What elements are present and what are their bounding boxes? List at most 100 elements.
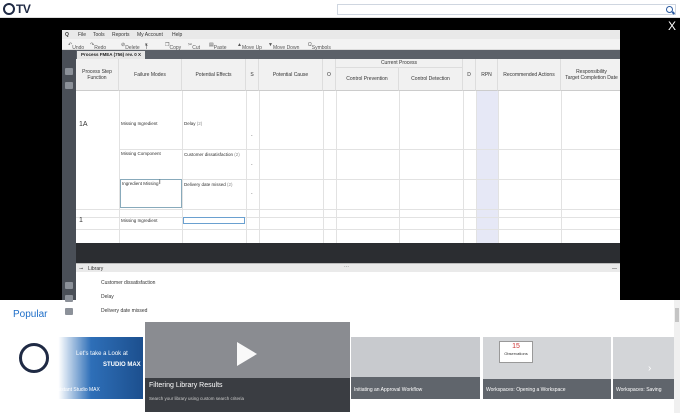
menu-file[interactable]: File (78, 32, 86, 38)
play-icon[interactable] (237, 342, 257, 366)
failure-mode-cell[interactable]: Missing Ingredient (121, 121, 158, 126)
col-detection[interactable]: D (463, 59, 476, 91)
grid-line (119, 149, 620, 150)
tab-close-icon[interactable]: X (138, 52, 141, 57)
video-card-subtitle: Search your library using custom search … (149, 396, 245, 401)
video-card-label: Workspaces: Saving (616, 387, 662, 393)
cut-button[interactable]: ✂ Cut (188, 42, 200, 51)
severity-cell[interactable]: - (251, 191, 253, 196)
process-step-id[interactable]: 1 (79, 217, 83, 224)
col-failure-modes[interactable]: Failure Modes (119, 59, 182, 91)
redo-button[interactable]: ↷ Redo (90, 42, 106, 51)
badge-number: 15 (512, 343, 520, 350)
text-cursor-icon: I (159, 180, 161, 186)
library-icon[interactable] (65, 308, 73, 315)
failure-mode-cell[interactable]: Missing Component (121, 151, 161, 156)
move-up-button[interactable]: ▲ Move Up (237, 42, 262, 51)
menu-tools[interactable]: Tools (93, 32, 105, 38)
video-card-label: Filtering Library Results (149, 382, 223, 389)
card-overlay-text: Let's take a Look at (76, 351, 128, 357)
col-current-process: Current Process (336, 59, 463, 68)
col-responsibility[interactable]: Responsibility Target Completion Date (561, 59, 620, 91)
failure-mode-cell[interactable]: Missing Ingredient (121, 218, 158, 223)
site-header: TV (0, 0, 680, 18)
grid-line (76, 229, 620, 230)
delete-button[interactable]: ⊘ Delete (121, 42, 140, 51)
video-card-label: Initiating an Approval Workflow (354, 387, 423, 393)
badge-text: Observations (504, 351, 528, 356)
fmea-grid: Process Step Function Failure Modes Pote… (76, 59, 620, 243)
page-scrollbar[interactable] (674, 300, 680, 413)
col-potential-effects[interactable]: Potential Effects (182, 59, 246, 91)
paste-button[interactable]: ▤ Paste (209, 42, 227, 51)
video-card-label: Welcome to QA Assistant Studio MAX (16, 387, 100, 393)
menu-bar: Q File Tools Reports My Account Help (62, 30, 620, 39)
book-icon[interactable] (65, 295, 73, 302)
effect-cell[interactable]: Delay (2) (184, 121, 202, 126)
col-control-detection[interactable]: Control Detection (399, 68, 463, 91)
search-input[interactable] (337, 4, 676, 15)
edit-icon[interactable] (65, 282, 73, 289)
card-brand-text: STUDIO MAX (103, 362, 141, 368)
carousel-next-icon[interactable]: › (648, 363, 651, 374)
document-icon[interactable] (65, 82, 73, 89)
video-card-label: Workspaces: Opening a Workspace (486, 387, 566, 393)
effect-cell[interactable]: Customer dissatisfaction (2) (184, 152, 240, 157)
severity-cell[interactable]: - (251, 133, 253, 138)
col-potential-cause[interactable]: Potential Cause (259, 59, 323, 91)
tab-process-fmea[interactable]: Process FMEA (756) rev. 0 X (77, 51, 146, 59)
menu-reports[interactable]: Reports (112, 32, 130, 38)
library-item[interactable]: Customer dissatisfaction (101, 280, 155, 286)
library-item[interactable]: Delay (101, 294, 114, 300)
symbols-button[interactable]: Ω Symbols (308, 42, 331, 51)
grid-line (476, 91, 477, 243)
grid-line (246, 91, 247, 243)
toolbar: ↶ Undo ↷ Redo ⊘ Delete T ▾ ❐ Copy ✂ Cut … (62, 39, 620, 51)
effect-cell[interactable]: Delivery date missed (2) (184, 182, 233, 187)
text-button[interactable]: T ▾ (145, 42, 148, 51)
library-item[interactable]: Delivery date missed (101, 308, 147, 314)
observations-badge: 15 Observations (499, 341, 533, 363)
menu-help[interactable]: Help (172, 32, 182, 38)
col-occurrence[interactable]: O (323, 59, 336, 91)
grid-line (498, 91, 499, 243)
grid-line (399, 91, 400, 243)
grid-line (463, 91, 464, 243)
scrollbar-thumb[interactable] (675, 308, 679, 322)
col-control-prevention[interactable]: Control Prevention (336, 68, 399, 91)
app-window: Q File Tools Reports My Account Help ↶ U… (62, 30, 620, 330)
tab-strip: Process FMEA (756) rev. 0 X (76, 50, 620, 59)
popular-heading: Popular (13, 309, 48, 320)
copy-button[interactable]: ❐ Copy (165, 42, 181, 51)
menu-my-account[interactable]: My Account (137, 32, 163, 38)
grid-line (336, 91, 337, 243)
move-down-button[interactable]: ▼ Move Down (268, 42, 299, 51)
site-logo[interactable]: TV (3, 2, 31, 16)
severity-cell[interactable]: - (251, 162, 253, 167)
card-screenshot (613, 337, 674, 379)
grid-line (119, 91, 120, 243)
resize-handle-icon[interactable]: ⋯ (344, 264, 349, 270)
close-overlay-button[interactable]: X (668, 20, 676, 32)
rpn-column-fill (476, 91, 498, 243)
horizontal-scroll-area[interactable] (76, 243, 620, 263)
video-card-approval[interactable]: Initiating an Approval Workflow (351, 337, 480, 399)
col-recommended-actions[interactable]: Recommended Actions (498, 59, 561, 91)
failure-mode-cell[interactable]: Ingredient Missing (122, 181, 159, 186)
undo-button[interactable]: ↶ Undo (68, 42, 84, 51)
col-process-step[interactable]: Process Step Function (76, 59, 119, 91)
video-card-studio-max[interactable]: Let's take a Look at STUDIO MAX Welcome … (13, 337, 143, 399)
library-header[interactable]: ⊸ Library ⋯ — (76, 263, 620, 272)
search-icon[interactable] (666, 6, 673, 13)
video-card-workspace-open[interactable]: 15 Observations Workspaces: Opening a Wo… (483, 337, 611, 399)
video-card-workspace-save[interactable]: Workspaces: Saving (613, 337, 674, 399)
grid-line (323, 91, 324, 243)
video-card-featured[interactable]: Filtering Library Results Search your li… (145, 322, 350, 412)
col-rpn[interactable]: RPN (476, 59, 498, 91)
chart-icon[interactable] (65, 68, 73, 75)
grid-line (76, 209, 620, 210)
col-severity[interactable]: S (246, 59, 259, 91)
process-step-id[interactable]: 1A (79, 121, 88, 128)
effect-input-cell[interactable] (183, 217, 245, 224)
grid-line (561, 91, 562, 243)
